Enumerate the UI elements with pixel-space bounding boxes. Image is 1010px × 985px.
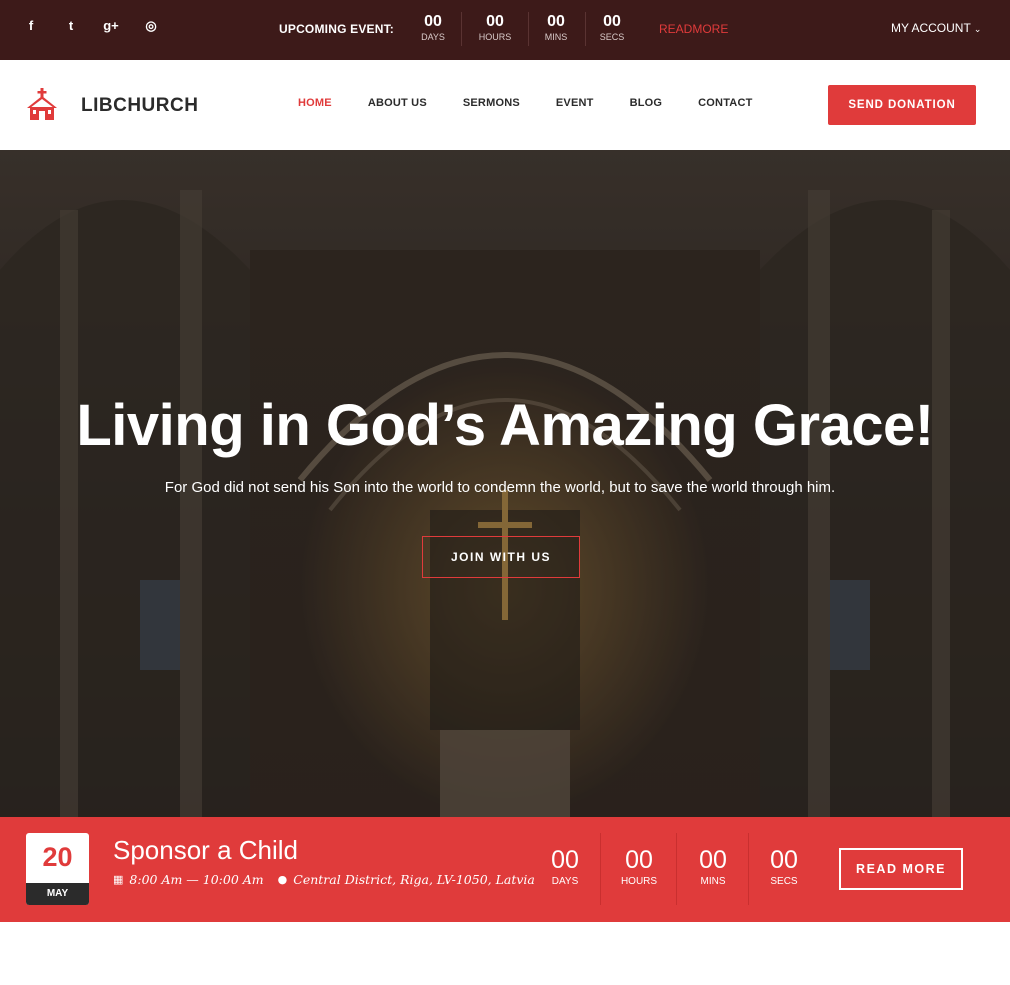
my-account-menu[interactable]: MY ACCOUNT ⌄ bbox=[891, 21, 981, 35]
countdown-secs: 00 SECS bbox=[597, 12, 627, 48]
countdown-label: DAYS bbox=[421, 32, 445, 42]
event-countdown-mins: 00 MINS bbox=[683, 845, 743, 889]
divider bbox=[461, 12, 462, 46]
instagram-icon[interactable]: ◎ bbox=[142, 18, 160, 34]
calendar-icon: ▦ bbox=[113, 873, 124, 886]
my-account-label: MY ACCOUNT bbox=[891, 21, 971, 35]
countdown-label: SECS bbox=[599, 32, 625, 42]
countdown-value: 00 bbox=[770, 846, 798, 874]
event-meta: ▦ 8:00 Am — 10:00 Am ● Central District,… bbox=[113, 872, 535, 887]
hero-title: Living in God’s Amazing Grace! bbox=[76, 393, 934, 458]
event-countdown-secs: 00 SECS bbox=[754, 845, 814, 889]
countdown-value: 00 bbox=[424, 13, 442, 30]
featured-event-strip: 20 MAY Sponsor a Child ▦ 8:00 Am — 10:00… bbox=[0, 817, 1010, 922]
church-logo-icon[interactable] bbox=[25, 88, 59, 120]
countdown-label: MINS bbox=[700, 876, 726, 887]
event-time: 8:00 Am — 10:00 Am bbox=[129, 872, 264, 887]
event-day: 20 bbox=[42, 842, 73, 872]
hero-banner: Living in God’s Amazing Grace! For God d… bbox=[0, 150, 1010, 817]
upcoming-event-label: UPCOMING EVENT: bbox=[279, 22, 395, 36]
nav-item-blog[interactable]: BLOG bbox=[630, 97, 663, 109]
countdown-value: 00 bbox=[551, 846, 579, 874]
countdown-days: 00 DAYS bbox=[418, 12, 448, 48]
main-nav: HOME ABOUT US SERMONS EVENT BLOG CONTACT bbox=[298, 97, 789, 109]
countdown-value: 00 bbox=[625, 846, 653, 874]
divider bbox=[676, 833, 677, 905]
divider bbox=[600, 833, 601, 905]
countdown-value: 00 bbox=[547, 13, 565, 30]
countdown-label: SECS bbox=[770, 876, 798, 887]
nav-item-home[interactable]: HOME bbox=[298, 97, 332, 109]
hero-subtitle: For God did not send his Son into the wo… bbox=[164, 479, 836, 496]
map-marker-icon: ● bbox=[277, 873, 288, 886]
divider bbox=[748, 833, 749, 905]
readmore-link[interactable]: READMORE bbox=[659, 22, 728, 36]
countdown-label: MINS bbox=[544, 32, 568, 42]
countdown-value: 00 bbox=[603, 13, 621, 30]
send-donation-button[interactable]: SEND DONATION bbox=[828, 85, 976, 125]
facebook-icon[interactable]: f bbox=[22, 18, 40, 34]
site-logo-text[interactable]: LIBCHURCH bbox=[81, 95, 198, 117]
nav-item-sermons[interactable]: SERMONS bbox=[463, 97, 520, 109]
twitter-icon[interactable]: t bbox=[62, 18, 80, 34]
event-date-badge: 20 MAY bbox=[26, 833, 89, 905]
countdown-label: DAYS bbox=[551, 876, 579, 887]
site-header: LIBCHURCH HOME ABOUT US SERMONS EVENT BL… bbox=[0, 60, 1010, 150]
top-bar: f t g+ ◎ UPCOMING EVENT: 00 DAYS 00 HOUR… bbox=[0, 0, 1010, 60]
countdown-label: HOURS bbox=[478, 32, 512, 42]
google-plus-icon[interactable]: g+ bbox=[102, 18, 120, 34]
chevron-down-icon: ⌄ bbox=[973, 24, 982, 34]
countdown-mins: 00 MINS bbox=[540, 12, 572, 48]
divider bbox=[528, 12, 529, 46]
nav-item-event[interactable]: EVENT bbox=[556, 97, 594, 109]
event-read-more-button[interactable]: READ MORE bbox=[839, 848, 963, 890]
event-countdown-days: 00 DAYS bbox=[535, 845, 595, 889]
countdown-hours: 00 HOURS bbox=[475, 12, 515, 48]
event-countdown-hours: 00 HOURS bbox=[609, 845, 669, 889]
social-links: f t g+ ◎ bbox=[22, 18, 160, 34]
countdown-value: 00 bbox=[699, 846, 727, 874]
countdown-label: HOURS bbox=[620, 876, 658, 887]
divider bbox=[585, 12, 586, 46]
nav-item-contact[interactable]: CONTACT bbox=[698, 97, 752, 109]
event-title[interactable]: Sponsor a Child bbox=[113, 835, 298, 866]
join-with-us-button[interactable]: JOIN WITH US bbox=[422, 536, 580, 578]
event-location: Central District, Riga, LV-1050, Latvia bbox=[293, 872, 535, 887]
event-month: MAY bbox=[26, 883, 89, 905]
nav-item-about-us[interactable]: ABOUT US bbox=[368, 97, 427, 109]
countdown-value: 00 bbox=[486, 13, 504, 30]
